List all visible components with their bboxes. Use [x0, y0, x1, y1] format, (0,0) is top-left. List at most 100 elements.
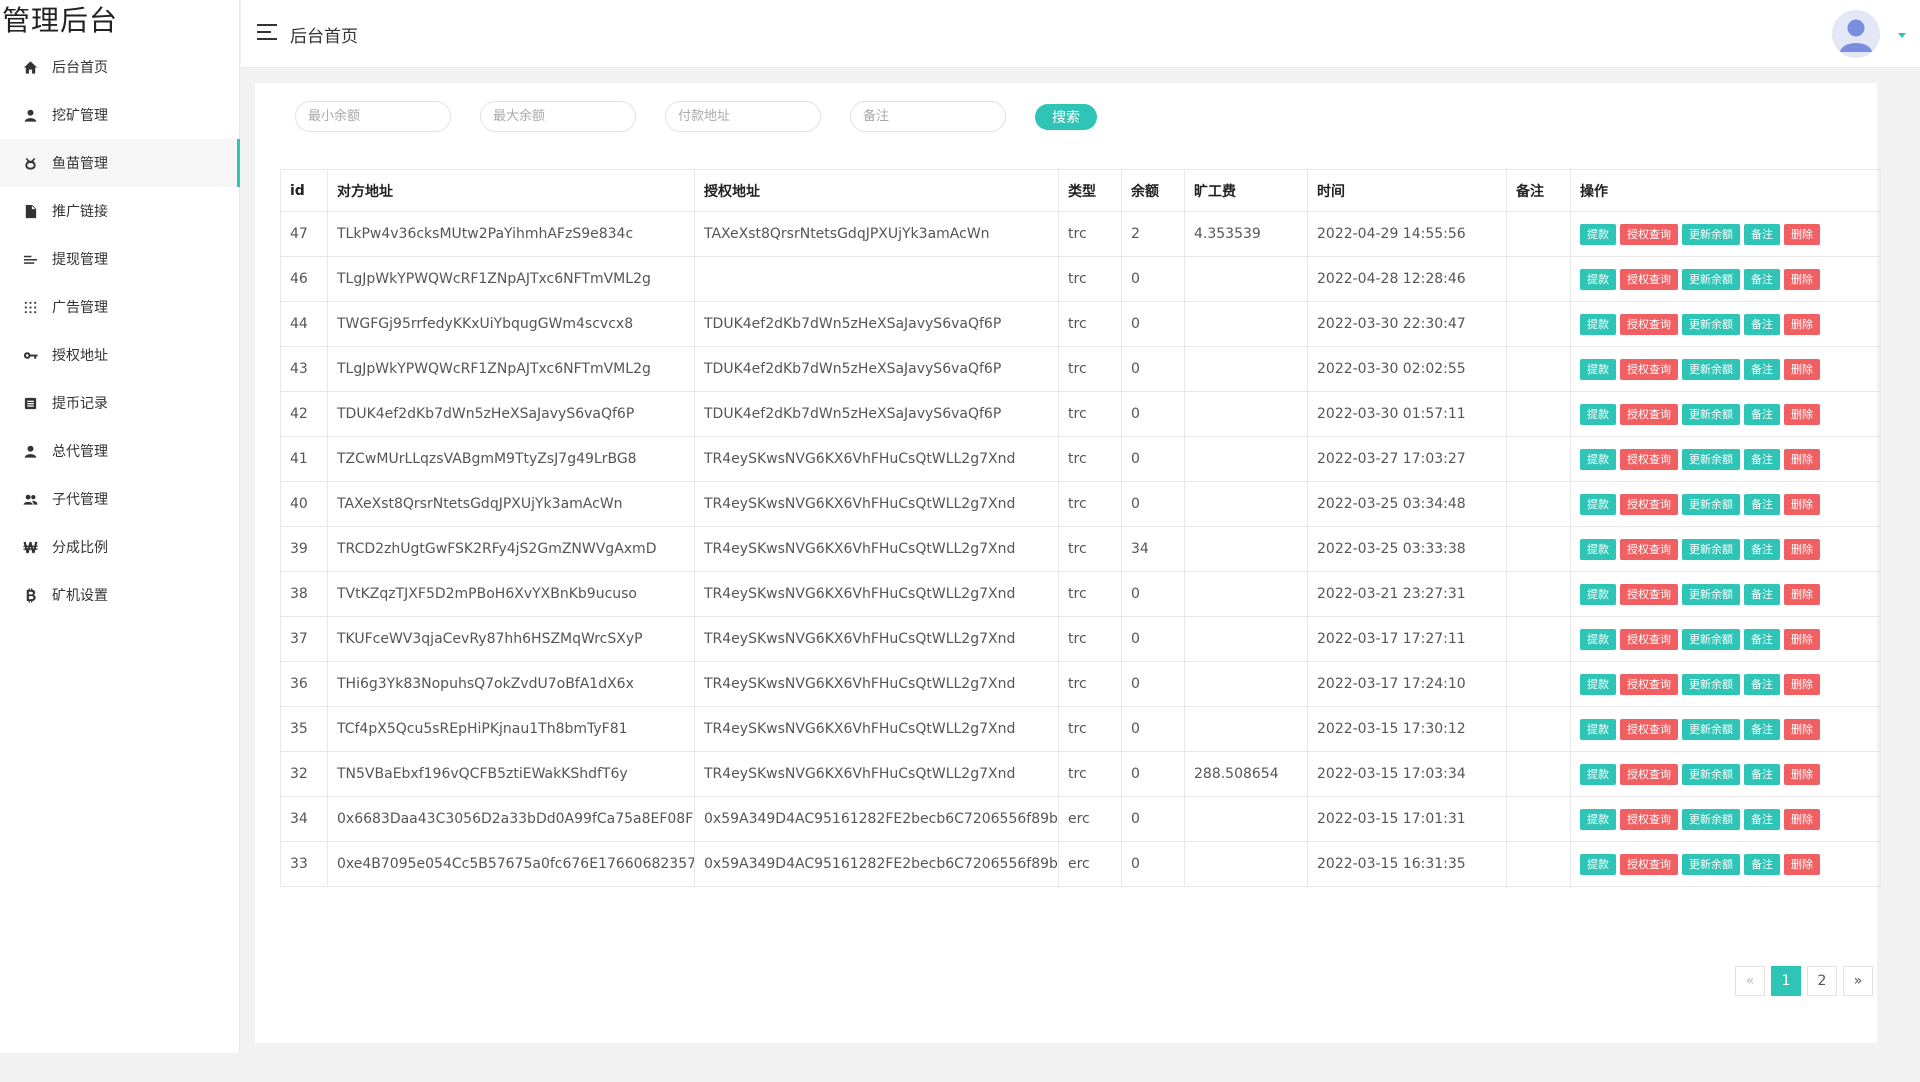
- auth-query-button[interactable]: 授权查询: [1620, 538, 1678, 560]
- update-balance-button[interactable]: 更新余额: [1682, 358, 1740, 380]
- prev-page-button[interactable]: «: [1735, 966, 1765, 996]
- delete-button[interactable]: 删除: [1784, 718, 1820, 740]
- withdraw-button[interactable]: 提款: [1580, 628, 1616, 650]
- sidebar-item-4[interactable]: 提现管理: [0, 235, 239, 283]
- withdraw-button[interactable]: 提款: [1580, 538, 1616, 560]
- withdraw-button[interactable]: 提款: [1580, 268, 1616, 290]
- remark-input[interactable]: [850, 101, 1006, 132]
- auth-query-button[interactable]: 授权查询: [1620, 763, 1678, 785]
- remark-button[interactable]: 备注: [1744, 313, 1780, 335]
- sidebar-item-9[interactable]: 子代管理: [0, 475, 239, 523]
- delete-button[interactable]: 删除: [1784, 493, 1820, 515]
- remark-button[interactable]: 备注: [1744, 358, 1780, 380]
- avatar[interactable]: [1832, 10, 1880, 58]
- auth-query-button[interactable]: 授权查询: [1620, 223, 1678, 245]
- delete-button[interactable]: 删除: [1784, 583, 1820, 605]
- remark-button[interactable]: 备注: [1744, 493, 1780, 515]
- delete-button[interactable]: 删除: [1784, 538, 1820, 560]
- sidebar-item-8[interactable]: 总代管理: [0, 427, 239, 475]
- sidebar-item-11[interactable]: 矿机设置: [0, 571, 239, 619]
- remark-button[interactable]: 备注: [1744, 808, 1780, 830]
- update-balance-button[interactable]: 更新余额: [1682, 493, 1740, 515]
- sidebar-item-7[interactable]: 提币记录: [0, 379, 239, 427]
- caret-down-icon[interactable]: [1898, 33, 1906, 38]
- sidebar-item-0[interactable]: 后台首页: [0, 43, 239, 91]
- delete-button[interactable]: 删除: [1784, 808, 1820, 830]
- withdraw-button[interactable]: 提款: [1580, 448, 1616, 470]
- sidebar-item-3[interactable]: 推广链接: [0, 187, 239, 235]
- update-balance-button[interactable]: 更新余额: [1682, 448, 1740, 470]
- cell-id: 41: [280, 436, 328, 482]
- remark-button[interactable]: 备注: [1744, 583, 1780, 605]
- auth-query-button[interactable]: 授权查询: [1620, 583, 1678, 605]
- delete-button[interactable]: 删除: [1784, 448, 1820, 470]
- delete-button[interactable]: 删除: [1784, 223, 1820, 245]
- max-balance-input[interactable]: [480, 101, 636, 132]
- update-balance-button[interactable]: 更新余额: [1682, 538, 1740, 560]
- delete-button[interactable]: 删除: [1784, 403, 1820, 425]
- auth-query-button[interactable]: 授权查询: [1620, 268, 1678, 290]
- page-button-1[interactable]: 1: [1771, 966, 1801, 996]
- search-button[interactable]: 搜索: [1035, 103, 1097, 130]
- auth-query-button[interactable]: 授权查询: [1620, 718, 1678, 740]
- update-balance-button[interactable]: 更新余额: [1682, 763, 1740, 785]
- update-balance-button[interactable]: 更新余额: [1682, 853, 1740, 875]
- remark-button[interactable]: 备注: [1744, 853, 1780, 875]
- withdraw-button[interactable]: 提款: [1580, 808, 1616, 830]
- page-button-2[interactable]: 2: [1807, 966, 1837, 996]
- auth-query-button[interactable]: 授权查询: [1620, 448, 1678, 470]
- auth-query-button[interactable]: 授权查询: [1620, 853, 1678, 875]
- withdraw-button[interactable]: 提款: [1580, 313, 1616, 335]
- withdraw-button[interactable]: 提款: [1580, 763, 1616, 785]
- pay-address-input[interactable]: [665, 101, 821, 132]
- remark-button[interactable]: 备注: [1744, 763, 1780, 785]
- remark-button[interactable]: 备注: [1744, 673, 1780, 695]
- menu-toggle-icon[interactable]: [257, 24, 279, 42]
- withdraw-button[interactable]: 提款: [1580, 403, 1616, 425]
- sidebar-item-10[interactable]: 分成比例: [0, 523, 239, 571]
- auth-query-button[interactable]: 授权查询: [1620, 313, 1678, 335]
- delete-button[interactable]: 删除: [1784, 358, 1820, 380]
- remark-button[interactable]: 备注: [1744, 448, 1780, 470]
- update-balance-button[interactable]: 更新余额: [1682, 808, 1740, 830]
- auth-query-button[interactable]: 授权查询: [1620, 493, 1678, 515]
- min-balance-input[interactable]: [295, 101, 451, 132]
- update-balance-button[interactable]: 更新余额: [1682, 268, 1740, 290]
- auth-query-button[interactable]: 授权查询: [1620, 358, 1678, 380]
- auth-query-button[interactable]: 授权查询: [1620, 628, 1678, 650]
- delete-button[interactable]: 删除: [1784, 853, 1820, 875]
- withdraw-button[interactable]: 提款: [1580, 493, 1616, 515]
- auth-query-button[interactable]: 授权查询: [1620, 673, 1678, 695]
- sidebar-item-5[interactable]: 广告管理: [0, 283, 239, 331]
- withdraw-button[interactable]: 提款: [1580, 583, 1616, 605]
- remark-button[interactable]: 备注: [1744, 718, 1780, 740]
- sidebar-item-1[interactable]: 挖矿管理: [0, 91, 239, 139]
- update-balance-button[interactable]: 更新余额: [1682, 628, 1740, 650]
- delete-button[interactable]: 删除: [1784, 313, 1820, 335]
- sidebar-item-6[interactable]: 授权地址: [0, 331, 239, 379]
- delete-button[interactable]: 删除: [1784, 673, 1820, 695]
- withdraw-button[interactable]: 提款: [1580, 673, 1616, 695]
- withdraw-button[interactable]: 提款: [1580, 853, 1616, 875]
- update-balance-button[interactable]: 更新余额: [1682, 223, 1740, 245]
- remark-button[interactable]: 备注: [1744, 403, 1780, 425]
- sidebar-item-2[interactable]: 鱼苗管理: [0, 139, 240, 187]
- auth-query-button[interactable]: 授权查询: [1620, 808, 1678, 830]
- update-balance-button[interactable]: 更新余额: [1682, 583, 1740, 605]
- withdraw-button[interactable]: 提款: [1580, 718, 1616, 740]
- auth-query-button[interactable]: 授权查询: [1620, 403, 1678, 425]
- withdraw-button[interactable]: 提款: [1580, 358, 1616, 380]
- remark-button[interactable]: 备注: [1744, 268, 1780, 290]
- remark-button[interactable]: 备注: [1744, 538, 1780, 560]
- delete-button[interactable]: 删除: [1784, 763, 1820, 785]
- remark-button[interactable]: 备注: [1744, 628, 1780, 650]
- update-balance-button[interactable]: 更新余额: [1682, 313, 1740, 335]
- next-page-button[interactable]: »: [1843, 966, 1873, 996]
- update-balance-button[interactable]: 更新余额: [1682, 403, 1740, 425]
- remark-button[interactable]: 备注: [1744, 223, 1780, 245]
- update-balance-button[interactable]: 更新余额: [1682, 718, 1740, 740]
- update-balance-button[interactable]: 更新余额: [1682, 673, 1740, 695]
- delete-button[interactable]: 删除: [1784, 628, 1820, 650]
- delete-button[interactable]: 删除: [1784, 268, 1820, 290]
- withdraw-button[interactable]: 提款: [1580, 223, 1616, 245]
